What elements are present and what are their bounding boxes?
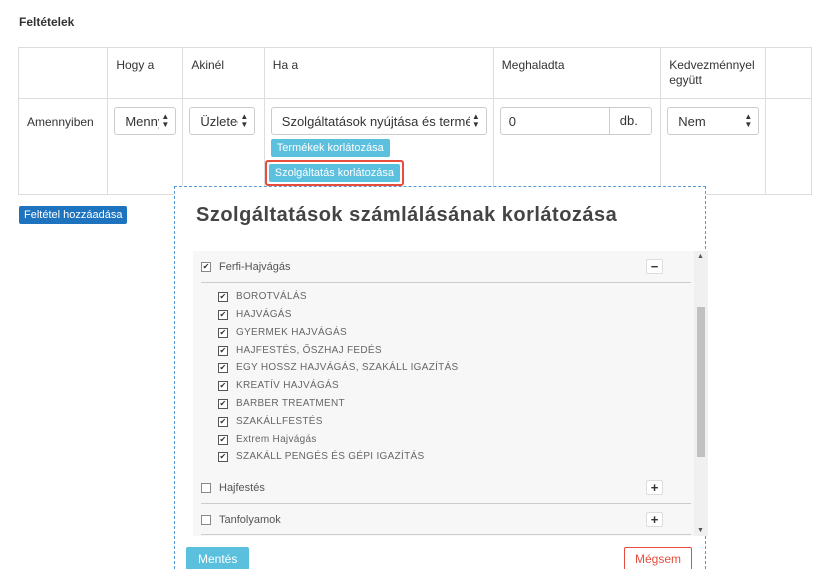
select-arrows-icon: ▲ ▼ <box>240 112 249 129</box>
kedvezmeny-select[interactable]: Nem ▲ ▼ <box>667 107 760 135</box>
list-item[interactable]: ✔ GYERMEK HAJVÁGÁS <box>218 327 347 338</box>
modal-title: Szolgáltatások számlálásának korlátozása <box>196 204 618 226</box>
item-label: Extrem Hajvágás <box>236 434 317 445</box>
table-header-row: Hogy a Akinél Ha a Meghaladta Kedvezménn… <box>17 47 812 99</box>
item-label: HAJVÁGÁS <box>236 309 292 320</box>
list-item[interactable]: ✔ SZAKÁLL PENGÉS ÉS GÉPI IGAZÍTÁS <box>218 451 424 462</box>
expand-plus-icon[interactable]: + <box>646 480 663 495</box>
header-hogy-a: Hogy a <box>107 47 184 99</box>
list-item[interactable]: ✔ HAJVÁGÁS <box>218 309 292 320</box>
cell-actions <box>765 98 812 195</box>
item-label: BOROTVÁLÁS <box>236 291 307 302</box>
item-label: BARBER TREATMENT <box>236 398 345 409</box>
select-arrows-icon: ▲ ▼ <box>161 112 170 129</box>
akinel-select[interactable]: Üzleteg ▲▼ <box>189 107 256 135</box>
checked-checkbox-icon[interactable]: ✔ <box>218 398 228 409</box>
group-header[interactable]: Hajfestés <box>201 482 265 494</box>
divider <box>201 503 691 504</box>
cell-akinel: Üzleteg ▲▼ <box>182 98 265 195</box>
scrollbar-thumb[interactable] <box>697 307 705 457</box>
list-item[interactable]: ✔ BARBER TREATMENT <box>218 398 345 409</box>
list-item[interactable]: ✔ HAJFESTÉS, ŐSZHAJ FEDÉS <box>218 345 382 356</box>
products-restrict-button[interactable]: Termékek korlátozása <box>270 139 390 157</box>
item-label: EGY HOSSZ HAJVÁGÁS, SZAKÁLL IGAZÍTÁS <box>236 362 459 373</box>
unchecked-checkbox-icon[interactable] <box>201 483 211 493</box>
meghaladta-input[interactable]: 0 <box>501 108 609 134</box>
group-label: Tanfolyamok <box>219 514 281 526</box>
checked-checkbox-icon[interactable]: ✔ <box>218 380 228 391</box>
scroll-down-icon[interactable]: ▼ <box>697 527 704 534</box>
row-label: Amennyiben <box>17 98 109 195</box>
group-label: Hajfestés <box>219 482 265 494</box>
list-item[interactable]: ✔ SZAKÁLLFESTÉS <box>218 416 323 427</box>
cancel-button[interactable]: Mégsem <box>624 547 693 569</box>
ha-a-value: Szolgáltatások nyújtása és termé <box>281 113 470 129</box>
kedvezmeny-value: Nem <box>678 113 706 129</box>
checked-checkbox-icon[interactable]: ✔ <box>201 262 211 272</box>
unchecked-checkbox-icon[interactable] <box>201 515 211 525</box>
group-header[interactable]: Tanfolyamok <box>201 514 281 526</box>
checked-checkbox-icon[interactable]: ✔ <box>218 434 228 445</box>
ha-a-select[interactable]: Szolgáltatások nyújtása és termé ▲ ▼ <box>270 107 487 135</box>
divider <box>201 282 691 283</box>
meghaladta-unit: db. <box>608 108 651 134</box>
checked-checkbox-icon[interactable]: ✔ <box>218 345 228 356</box>
select-arrows-icon: ▲ ▼ <box>744 112 753 129</box>
highlight-box: Szolgáltatás korlátozása <box>264 160 405 186</box>
item-label: GYERMEK HAJVÁGÁS <box>236 327 347 338</box>
expand-plus-icon[interactable]: + <box>646 512 663 527</box>
list-scrollbar[interactable]: ▲ ▼ <box>694 251 708 536</box>
services-restriction-modal: Szolgáltatások számlálásának korlátozása… <box>174 186 708 569</box>
item-label: SZAKÁLL PENGÉS ÉS GÉPI IGAZÍTÁS <box>236 451 425 462</box>
cell-hogy-a: Mennyi ▲▼ <box>107 98 184 195</box>
item-label: HAJFESTÉS, ŐSZHAJ FEDÉS <box>236 345 382 356</box>
checked-checkbox-icon[interactable]: ✔ <box>218 362 228 373</box>
list-item[interactable]: ✔ Extrem Hajvágás <box>218 434 317 445</box>
hogy-a-select[interactable]: Mennyi ▲▼ <box>114 107 177 135</box>
meghaladta-input-group: 0 db. <box>499 107 652 135</box>
header-kedvezmennyel: Kedvezménnyel együtt <box>660 47 767 99</box>
service-list-content: ✔ Ferfi-Hajvágás − ✔ BOROTVÁLÁS ✔ HAJVÁGÁS… <box>193 251 694 536</box>
hogy-a-value: Mennyi <box>125 113 159 129</box>
cell-ha-a: Szolgáltatások nyújtása és termé ▲ ▼ Term… <box>263 98 494 195</box>
group-label: Ferfi-Hajvágás <box>219 261 291 273</box>
checked-checkbox-icon[interactable]: ✔ <box>218 451 228 462</box>
list-item[interactable]: ✔ KREATÍV HAJVÁGÁS <box>218 380 339 391</box>
header-meghaladta: Meghaladta <box>492 47 662 99</box>
item-label: KREATÍV HAJVÁGÁS <box>236 380 339 391</box>
collapse-minus-icon[interactable]: − <box>646 259 663 274</box>
scroll-up-icon[interactable]: ▲ <box>697 253 704 260</box>
checked-checkbox-icon[interactable]: ✔ <box>218 327 228 338</box>
list-item[interactable]: ✔ BOROTVÁLÁS <box>218 291 307 302</box>
checked-checkbox-icon[interactable]: ✔ <box>218 416 228 427</box>
section-title: Feltételek <box>19 15 75 29</box>
cell-meghaladta: 0 db. <box>492 98 662 195</box>
divider <box>201 534 691 535</box>
service-list: ✔ Ferfi-Hajvágás − ✔ BOROTVÁLÁS ✔ HAJVÁGÁS… <box>193 251 708 536</box>
item-label: SZAKÁLLFESTÉS <box>236 416 323 427</box>
akinel-value: Üzleteg <box>200 113 238 129</box>
select-arrows-icon: ▲ ▼ <box>471 112 480 129</box>
save-button[interactable]: Mentés <box>186 547 250 569</box>
list-item[interactable]: ✔ EGY HOSSZ HAJVÁGÁS, SZAKÁLL IGAZÍTÁS <box>218 362 459 373</box>
header-akinel: Akinél <box>182 47 265 99</box>
group-header[interactable]: ✔ Ferfi-Hajvágás <box>201 261 291 273</box>
add-condition-button[interactable]: Feltétel hozzáadása <box>19 206 128 224</box>
header-ha-a: Ha a <box>263 47 494 99</box>
table-row: Amennyiben Mennyi ▲▼ Üzleteg ▲▼ Szolgált… <box>17 98 812 195</box>
conditions-table: Hogy a Akinél Ha a Meghaladta Kedvezménn… <box>17 47 812 195</box>
cell-kedvezmeny: Nem ▲ ▼ <box>660 98 767 195</box>
services-restrict-button[interactable]: Szolgáltatás korlátozása <box>268 164 401 182</box>
checked-checkbox-icon[interactable]: ✔ <box>218 309 228 320</box>
header-actions <box>765 47 812 99</box>
header-empty <box>17 47 109 99</box>
checked-checkbox-icon[interactable]: ✔ <box>218 291 228 302</box>
